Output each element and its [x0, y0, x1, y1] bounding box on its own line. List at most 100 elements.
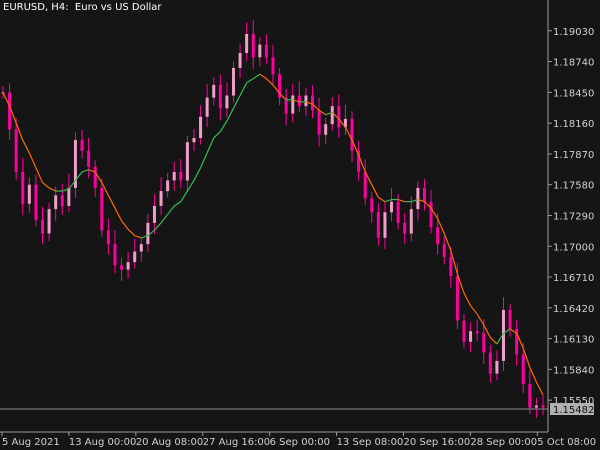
candle-body: [521, 354, 525, 385]
candle-body: [120, 265, 124, 270]
candle-body: [422, 187, 426, 202]
symbol-label: EURUSD, H4:: [3, 2, 69, 13]
x-tick-label: 5 Oct 08:00: [537, 437, 596, 448]
current-price-tag: 1.15482: [550, 403, 594, 416]
candle-body: [528, 384, 532, 408]
candle-body: [324, 124, 328, 135]
candle-body: [238, 53, 242, 68]
candle-body: [330, 106, 334, 125]
candle-body: [146, 222, 150, 245]
candle-body: [47, 209, 51, 234]
candle-body: [41, 219, 45, 234]
y-tick-label: 1.15840: [553, 365, 594, 376]
candle-body: [495, 360, 499, 374]
candle-body: [264, 44, 268, 58]
x-tick-label: 20 Aug 08:00: [136, 437, 203, 448]
candle-body: [87, 150, 91, 167]
candle-body: [449, 256, 453, 276]
candle-body: [409, 209, 413, 234]
candle-body: [508, 309, 512, 330]
candle-body: [218, 84, 222, 109]
candle-body: [258, 44, 262, 58]
price-chart[interactable]: 1.19030 1.18740 1.18450 1.18160 1.17870 1.175…: [0, 0, 600, 450]
candle-body: [350, 118, 354, 151]
x-tick-label: 13 Sep 08:00: [337, 437, 404, 448]
candle-body: [126, 262, 130, 270]
candle-body: [311, 95, 315, 111]
y-tick-label: 1.18450: [553, 88, 594, 99]
candle-body: [291, 95, 295, 114]
y-tick-label: 1.17580: [553, 181, 594, 192]
candle-body: [403, 222, 407, 234]
candle-body: [93, 166, 97, 188]
candle-body: [192, 137, 196, 143]
candle-body: [139, 244, 143, 252]
y-tick-label: 1.18160: [553, 119, 594, 130]
candle-body: [462, 320, 466, 342]
x-tick-label: 20 Sep 16:00: [403, 437, 470, 448]
price-tag-label: 1.15482: [553, 405, 594, 416]
chart-background: [0, 0, 600, 450]
candle-body: [475, 331, 479, 334]
y-tick-label: 1.16710: [553, 273, 594, 284]
x-tick-label: 6 Sep 00:00: [270, 437, 330, 448]
y-tick-label: 1.16420: [553, 304, 594, 315]
x-tick-label: 5 Aug 2021: [2, 437, 60, 448]
candle-body: [172, 171, 176, 181]
candle-body: [376, 212, 380, 238]
candle-body: [436, 227, 440, 245]
candle-body: [106, 230, 110, 245]
candle-body: [455, 275, 459, 321]
candle-body: [442, 244, 446, 257]
candle-body: [297, 95, 301, 107]
candle-body: [271, 57, 275, 75]
candle-body: [541, 405, 545, 408]
y-tick-label: 1.17000: [553, 242, 594, 253]
candle-body: [225, 95, 229, 109]
candle-body: [14, 129, 18, 172]
candle-body: [363, 171, 367, 199]
candle-body: [159, 191, 163, 206]
x-tick-label: 13 Aug 00:00: [69, 437, 136, 448]
candle-body: [534, 405, 538, 408]
candle-body: [482, 333, 486, 353]
candle-body: [205, 97, 209, 117]
candle-body: [199, 116, 203, 138]
candle-body: [152, 205, 156, 223]
candle-body: [54, 195, 58, 210]
candle-body: [390, 201, 394, 213]
candle-body: [251, 33, 255, 58]
candle-body: [317, 110, 321, 135]
symbol-description: Euro vs US Dollar: [74, 2, 162, 13]
candle-body: [185, 142, 189, 181]
candle-body: [34, 184, 38, 220]
candle-body: [166, 180, 170, 192]
candle-body: [396, 201, 400, 223]
candle-body: [21, 171, 25, 204]
y-tick-label: 1.18740: [553, 58, 594, 69]
candle-body: [100, 187, 104, 231]
y-tick-label: 1.17870: [553, 150, 594, 161]
candle-body: [80, 140, 84, 151]
candle-body: [231, 67, 235, 96]
x-tick-label: 28 Sep 00:00: [470, 437, 537, 448]
candle-body: [416, 187, 420, 210]
candle-body: [60, 195, 64, 206]
candle-body: [113, 244, 117, 266]
candle-body: [383, 212, 387, 238]
candle-body: [469, 331, 473, 342]
y-tick-label: 1.16130: [553, 335, 594, 346]
x-tick-label: 27 Aug 16:00: [203, 437, 270, 448]
y-tick-label: 1.19030: [553, 27, 594, 38]
candle-body: [8, 92, 12, 130]
candle-body: [67, 187, 71, 206]
candle-body: [133, 251, 137, 263]
candle-body: [304, 95, 308, 107]
chart-title: EURUSD, H4: Euro vs US Dollar: [3, 2, 162, 13]
candle-body: [245, 33, 249, 54]
candle-body: [337, 106, 341, 128]
candle-body: [370, 198, 374, 213]
candle-body: [179, 171, 183, 181]
candle-body: [429, 201, 433, 228]
candle-body: [212, 84, 216, 98]
